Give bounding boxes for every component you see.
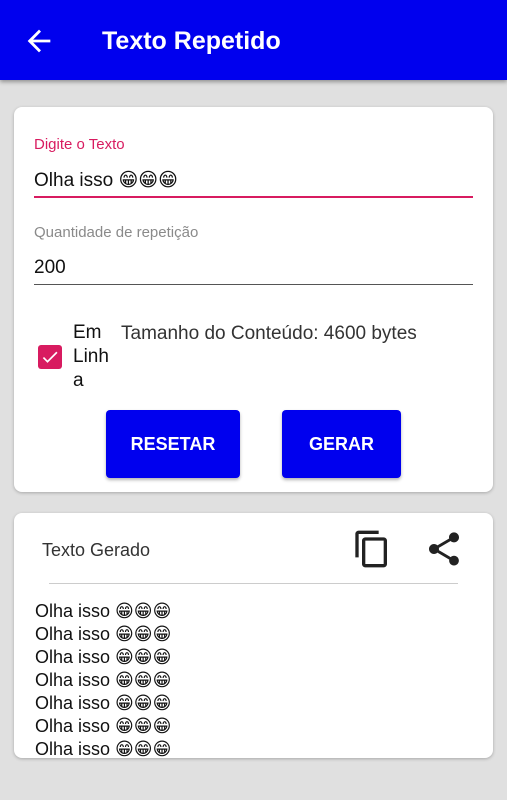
result-title: Texto Gerado — [42, 540, 151, 560]
text-field-label: Digite o Texto — [34, 136, 125, 153]
reset-button[interactable]: RESETAR — [106, 410, 240, 478]
content-size-text: Tamanho do Conteúdo: 4600 bytes — [121, 323, 417, 344]
generated-line: Olha isso 😁😁😁 — [35, 670, 172, 690]
input-card: Digite o Texto Olha isso 😁😁😁 Quantidade … — [14, 107, 493, 492]
text-input-underline — [34, 196, 473, 198]
generated-line: Olha isso 😁😁😁 — [35, 601, 172, 621]
generated-line: Olha isso 😁😁😁 — [35, 739, 172, 758]
generated-line: Olha isso 😁😁😁 — [35, 624, 172, 644]
inline-checkbox-label[interactable]: Em Linh a — [73, 321, 121, 393]
share-icon[interactable] — [424, 529, 464, 569]
generated-line: Olha isso 😁😁😁 — [35, 716, 172, 736]
quantity-input[interactable]: 200 — [34, 257, 66, 279]
result-card: Texto Gerado Olha isso 😁😁😁 Olha isso 😁😁😁… — [14, 513, 493, 758]
inline-checkbox[interactable] — [38, 345, 62, 369]
copy-icon[interactable] — [352, 529, 392, 569]
app-bar: Texto Repetido — [0, 0, 507, 80]
divider — [49, 583, 458, 584]
back-arrow-icon[interactable] — [22, 24, 56, 58]
quantity-input-underline — [34, 284, 473, 285]
generated-line: Olha isso 😁😁😁 — [35, 693, 172, 713]
generated-text[interactable]: Olha isso 😁😁😁 Olha isso 😁😁😁 Olha isso 😁😁… — [35, 600, 171, 758]
quantity-field-label: Quantidade de repetição — [34, 224, 199, 241]
check-icon — [42, 351, 58, 363]
page-title: Texto Repetido — [102, 27, 281, 55]
text-input[interactable]: Olha isso 😁😁😁 — [34, 169, 178, 192]
generate-button[interactable]: GERAR — [282, 410, 401, 478]
generated-line: Olha isso 😁😁😁 — [35, 647, 172, 667]
